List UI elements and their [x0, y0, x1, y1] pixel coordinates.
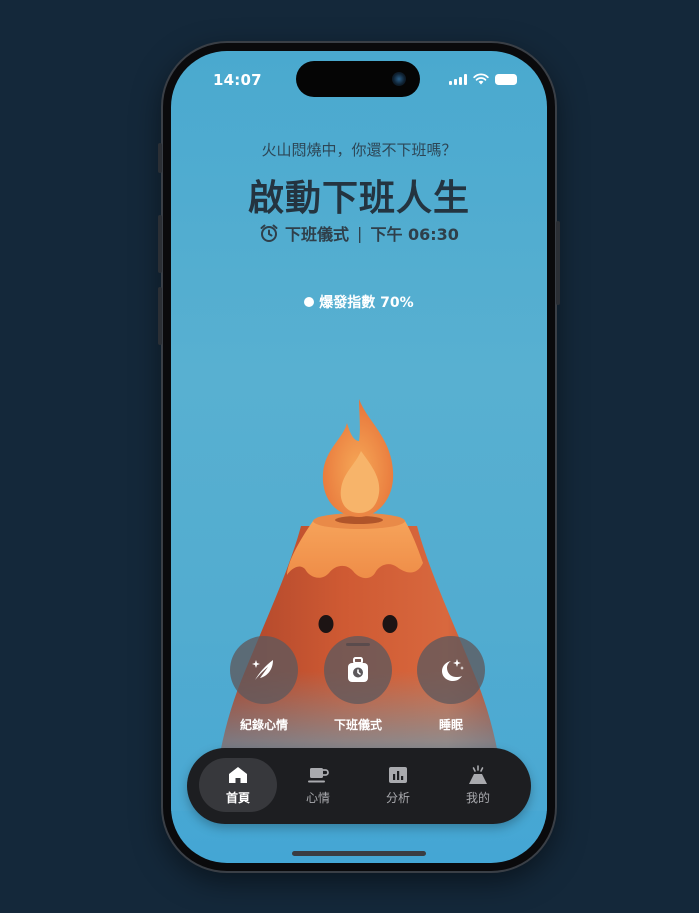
volume-down-button	[158, 287, 162, 345]
cellular-signal-icon	[449, 73, 467, 85]
volcano-icon	[469, 764, 487, 784]
home-indicator[interactable]	[292, 851, 426, 856]
battery-icon	[495, 73, 517, 85]
tab-profile[interactable]: 我的	[439, 758, 517, 812]
feather-icon	[252, 660, 273, 680]
bottom-tab-bar: 首頁 心情 分析 我的	[187, 748, 531, 824]
ritual-label: 下班儀式	[285, 225, 350, 244]
record-mood-circle[interactable]	[230, 636, 298, 704]
eruption-indicator-dot	[304, 297, 315, 307]
volcano-character	[171, 399, 547, 811]
timer-bag-icon	[348, 657, 368, 682]
app-screen: 14:07 火山悶燒中，你還不下班嗎？ 啟動下班人生 下班儀式 | 下午 06:…	[171, 51, 547, 863]
sleep-label: 睡眠	[438, 718, 463, 732]
home-icon	[229, 766, 247, 783]
offwork-ritual-label: 下班儀式	[333, 718, 382, 732]
tab-mood[interactable]: 心情	[279, 758, 357, 812]
alarm-clock-icon	[260, 224, 278, 242]
ritual-time: 下午 06:30	[370, 225, 459, 244]
camera-icon	[392, 72, 406, 86]
offwork-ritual-circle[interactable]	[324, 636, 392, 704]
tab-home-label: 首頁	[225, 790, 250, 805]
canvas-background: 14:07 火山悶燒中，你還不下班嗎？ 啟動下班人生 下班儀式 | 下午 06:…	[0, 0, 699, 913]
tab-analysis[interactable]: 分析	[359, 758, 437, 812]
phone-frame: 14:07 火山悶燒中，你還不下班嗎？ 啟動下班人生 下班儀式 | 下午 06:…	[158, 43, 560, 871]
bar-chart-icon	[389, 766, 407, 783]
eruption-index-label: 爆發指數 70%	[319, 295, 414, 311]
page-subtitle: 火山悶燒中，你還不下班嗎？	[261, 141, 457, 159]
tab-analysis-label: 分析	[385, 790, 410, 805]
action-button	[158, 143, 162, 173]
offwork-ritual-button[interactable]: 下班儀式	[323, 636, 393, 733]
coffee-cup-icon	[308, 767, 329, 782]
tab-mood-label: 心情	[305, 790, 330, 805]
tab-profile-label: 我的	[465, 790, 490, 805]
power-button	[556, 221, 560, 305]
record-mood-label: 紀錄心情	[239, 718, 288, 732]
page-title: 啟動下班人生	[247, 178, 470, 219]
record-mood-button[interactable]: 紀錄心情	[229, 636, 299, 733]
tab-home[interactable]: 首頁	[199, 758, 277, 812]
ritual-time-row: 下班儀式 | 下午 06:30	[171, 221, 547, 245]
moon-stars-icon	[442, 659, 464, 681]
eruption-index: 爆發指數 70%	[171, 292, 547, 312]
sleep-button[interactable]: 睡眠	[416, 636, 486, 733]
ritual-separator: |	[357, 223, 363, 243]
wifi-icon	[473, 73, 489, 85]
volume-up-button	[158, 215, 162, 273]
status-time: 14:07	[213, 71, 262, 89]
sleep-circle[interactable]	[417, 636, 485, 704]
dynamic-island	[296, 61, 420, 97]
status-icons	[449, 73, 517, 85]
